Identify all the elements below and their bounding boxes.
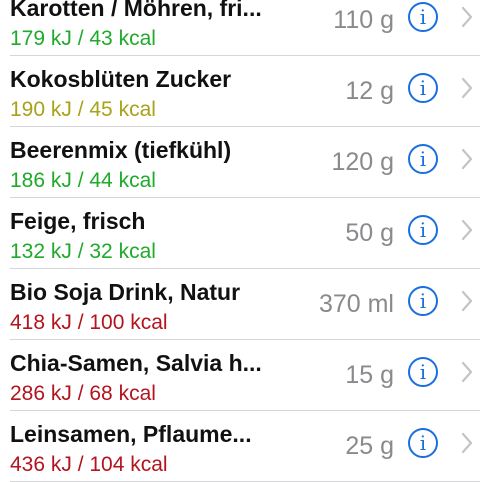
chevron-right-icon <box>461 361 473 383</box>
chevron-right-icon <box>461 432 473 454</box>
food-name: Kokosblüten Zucker <box>10 66 232 92</box>
food-name: Beerenmix (tiefkühl) <box>10 137 232 163</box>
info-icon[interactable]: i <box>408 2 438 32</box>
info-icon[interactable]: i <box>408 215 438 245</box>
food-name: Chia-Samen, Salvia h... <box>10 350 262 376</box>
list-item[interactable]: Leinsamen, Pflaume... 436 kJ / 104 kcal … <box>0 411 480 482</box>
food-amount: 110 g <box>333 6 394 34</box>
food-energy: 286 kJ / 68 kcal <box>10 382 156 405</box>
info-icon[interactable]: i <box>408 73 438 103</box>
info-icon[interactable]: i <box>408 357 438 387</box>
food-energy: 418 kJ / 100 kcal <box>10 311 168 334</box>
food-name: Bio Soja Drink, Natur <box>10 279 241 305</box>
list-item[interactable]: Kokosblüten Zucker 190 kJ / 45 kcal 12 g… <box>0 56 480 127</box>
food-amount: 120 g <box>331 148 394 176</box>
info-icon[interactable]: i <box>408 286 438 316</box>
food-amount: 15 g <box>345 361 394 389</box>
chevron-right-icon <box>461 148 473 170</box>
food-energy: 179 kJ / 43 kcal <box>10 27 156 50</box>
food-amount: 370 ml <box>318 290 394 318</box>
chevron-right-icon <box>461 219 473 241</box>
food-energy: 186 kJ / 44 kcal <box>10 169 156 192</box>
food-energy: 190 kJ / 45 kcal <box>10 98 156 121</box>
list-item[interactable]: Beerenmix (tiefkühl) 186 kJ / 44 kcal 12… <box>0 127 480 198</box>
food-energy: 436 kJ / 104 kcal <box>10 453 168 476</box>
info-icon[interactable]: i <box>408 144 438 174</box>
food-amount: 50 g <box>345 219 394 247</box>
chevron-right-icon <box>461 290 473 312</box>
food-amount: 12 g <box>345 77 394 105</box>
list-item[interactable]: Karotten / Möhren, fri... 179 kJ / 43 kc… <box>0 0 480 56</box>
chevron-right-icon <box>461 6 473 28</box>
food-name: Feige, frisch <box>10 208 146 234</box>
food-list: Karotten / Möhren, fri... 179 kJ / 43 kc… <box>0 0 480 482</box>
food-amount: 25 g <box>345 432 394 460</box>
chevron-right-icon <box>461 77 473 99</box>
info-icon[interactable]: i <box>408 428 438 458</box>
food-name: Leinsamen, Pflaume... <box>10 421 252 447</box>
food-name: Karotten / Möhren, fri... <box>10 0 262 21</box>
list-item[interactable]: Feige, frisch 132 kJ / 32 kcal 50 g i <box>0 198 480 269</box>
list-item[interactable]: Bio Soja Drink, Natur 418 kJ / 100 kcal … <box>0 269 480 340</box>
list-item[interactable]: Chia-Samen, Salvia h... 286 kJ / 68 kcal… <box>0 340 480 411</box>
food-energy: 132 kJ / 32 kcal <box>10 240 156 263</box>
